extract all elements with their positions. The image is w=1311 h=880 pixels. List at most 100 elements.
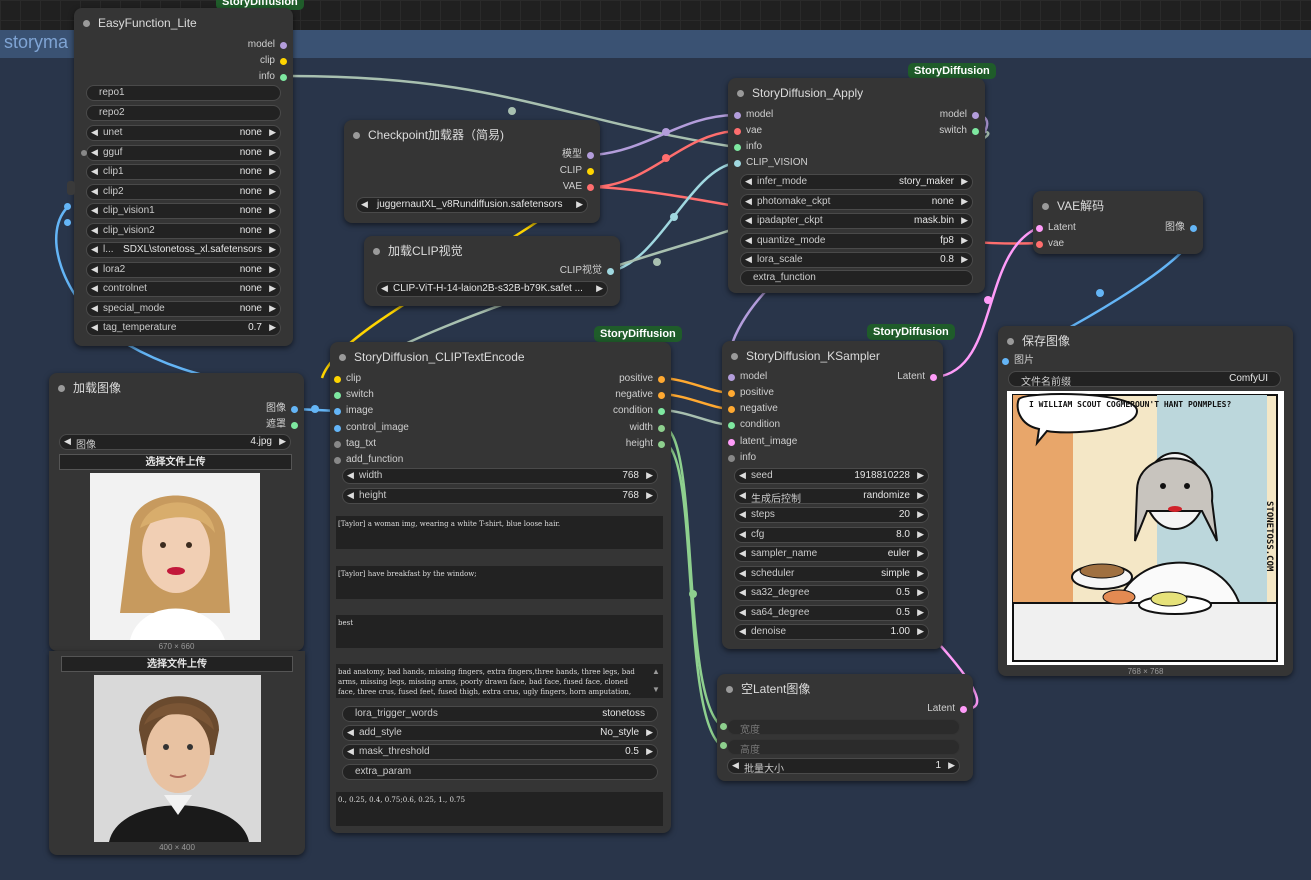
arrow-right-icon[interactable]: ▶ bbox=[917, 490, 924, 501]
input-control-image[interactable]: control_image bbox=[334, 421, 409, 435]
input-positive[interactable]: positive bbox=[728, 386, 774, 400]
ksampler-widget-8[interactable]: ◀ denoise 1.00 ▶ bbox=[734, 624, 929, 640]
output-image[interactable]: 图像 bbox=[266, 402, 298, 416]
arrow-left-icon[interactable]: ◀ bbox=[739, 490, 746, 501]
lora-trigger-field[interactable]: lora_trigger_words stonetoss bbox=[342, 706, 658, 722]
ksampler-widget-1[interactable]: ◀ 生成后控制 randomize ▶ bbox=[734, 487, 929, 505]
arrow-left-icon[interactable]: ◀ bbox=[739, 607, 746, 618]
arrow-right-icon[interactable]: ▶ bbox=[269, 264, 276, 275]
arrow-left-icon[interactable]: ◀ bbox=[739, 568, 746, 579]
input-tag-txt[interactable]: tag_txt bbox=[334, 437, 376, 451]
width-stepper[interactable]: ◀ width 768 ▶ bbox=[342, 468, 658, 484]
arrow-left-icon[interactable]: ◀ bbox=[739, 529, 746, 540]
easy-widget-3[interactable]: ◀ clip2 none ▶ bbox=[86, 183, 281, 200]
input-latent[interactable]: Latent bbox=[1036, 221, 1076, 235]
easy-widget-0[interactable]: ◀ unet none ▶ bbox=[86, 125, 281, 141]
output-height[interactable]: height bbox=[626, 437, 665, 451]
output-mask[interactable]: 遮罩 bbox=[266, 418, 298, 432]
arrow-left-icon[interactable]: ◀ bbox=[745, 196, 752, 207]
latent-socket[interactable] bbox=[1036, 225, 1043, 232]
repo2-field[interactable]: repo2 bbox=[86, 105, 281, 121]
latent-socket[interactable] bbox=[960, 706, 967, 713]
apply-widget-3[interactable]: ◀ quantize_mode fp8 ▶ bbox=[740, 232, 973, 249]
condition-socket[interactable] bbox=[658, 408, 665, 415]
input-model[interactable]: model bbox=[728, 370, 767, 384]
arrow-left-icon[interactable]: ◀ bbox=[745, 176, 752, 187]
arrow-left-icon[interactable]: ◀ bbox=[732, 760, 739, 771]
arrow-left-icon[interactable]: ◀ bbox=[91, 244, 98, 255]
conditioning-socket[interactable] bbox=[658, 392, 665, 399]
input-info[interactable]: info bbox=[734, 140, 762, 154]
node-ksampler[interactable]: StoryDiffusion_KSampler model positive n… bbox=[722, 341, 943, 649]
arrow-left-icon[interactable]: ◀ bbox=[91, 264, 98, 275]
image-select[interactable]: ◀ 图像 4.jpg ▶ bbox=[59, 434, 291, 451]
arrow-right-icon[interactable]: ▶ bbox=[917, 470, 924, 481]
arrow-right-icon[interactable]: ▶ bbox=[948, 760, 955, 771]
height-stepper[interactable]: ◀ height 768 ▶ bbox=[342, 488, 658, 504]
prompt-textarea-2[interactable]: [Taylor] have breakfast by the window; bbox=[336, 566, 663, 599]
easy-widget-6[interactable]: ◀ l... SDXL\stonetoss_xl.safetensors ▶ bbox=[86, 242, 281, 258]
arrow-left-icon[interactable]: ◀ bbox=[381, 283, 388, 294]
output-clip[interactable]: CLIP bbox=[560, 164, 594, 178]
node-title[interactable]: StoryDiffusion_CLIPTextEncode bbox=[330, 342, 671, 372]
image-socket[interactable] bbox=[334, 408, 341, 415]
arrow-left-icon[interactable]: ◀ bbox=[739, 587, 746, 598]
clip-socket[interactable] bbox=[587, 168, 594, 175]
arrow-left-icon[interactable]: ◀ bbox=[745, 235, 752, 246]
easy-widget-8[interactable]: ◀ controlnet none ▶ bbox=[86, 281, 281, 297]
output-model[interactable]: model bbox=[248, 38, 287, 52]
apply-widget-0[interactable]: ◀ infer_mode story_maker ▶ bbox=[740, 174, 973, 190]
vae-socket[interactable] bbox=[734, 128, 741, 135]
apply-widget-1[interactable]: ◀ photomake_ckpt none ▶ bbox=[740, 193, 973, 210]
output-condition[interactable]: condition bbox=[613, 404, 665, 418]
easy-widget-9[interactable]: ◀ special_mode none ▶ bbox=[86, 300, 281, 317]
arrow-left-icon[interactable]: ◀ bbox=[739, 548, 746, 559]
easy-widget-10[interactable]: ◀ tag_temperature 0.7 ▶ bbox=[86, 320, 281, 336]
info-socket[interactable] bbox=[728, 455, 735, 462]
node-empty-latent[interactable]: 空Latent图像 Latent 宽度 高度 ◀ 批量大小 1 ▶ bbox=[717, 674, 973, 781]
output-switch[interactable]: switch bbox=[939, 124, 979, 138]
node-storydiffusion-apply[interactable]: StoryDiffusion_Apply model vae info CLIP… bbox=[728, 78, 985, 293]
output-positive[interactable]: positive bbox=[619, 372, 665, 386]
output-model[interactable]: 模型 bbox=[562, 148, 594, 162]
arrow-right-icon[interactable]: ▶ bbox=[269, 225, 276, 236]
info-socket[interactable] bbox=[734, 144, 741, 151]
arrow-left-icon[interactable]: ◀ bbox=[739, 509, 746, 520]
arrow-left-icon[interactable]: ◀ bbox=[91, 205, 98, 216]
node-title[interactable]: StoryDiffusion_Apply bbox=[728, 78, 985, 108]
add-style-select[interactable]: ◀ add_style No_style ▶ bbox=[342, 725, 658, 741]
arrow-right-icon[interactable]: ▶ bbox=[917, 626, 924, 637]
output-model[interactable]: model bbox=[940, 108, 979, 122]
output-info[interactable]: info bbox=[259, 70, 287, 84]
extra-param-field[interactable]: extra_param bbox=[342, 764, 658, 780]
ksampler-widget-5[interactable]: ◀ scheduler simple ▶ bbox=[734, 565, 929, 582]
output-latent[interactable]: Latent bbox=[927, 702, 967, 716]
arrow-left-icon[interactable]: ◀ bbox=[347, 490, 354, 501]
image-socket[interactable] bbox=[1002, 358, 1009, 365]
input-switch[interactable]: switch bbox=[334, 388, 374, 402]
ksampler-widget-2[interactable]: ◀ steps 20 ▶ bbox=[734, 507, 929, 523]
batch-size-stepper[interactable]: ◀ 批量大小 1 ▶ bbox=[727, 758, 960, 775]
input-images[interactable]: 图片 bbox=[1002, 354, 1034, 368]
conditioning-socket[interactable] bbox=[728, 390, 735, 397]
ksampler-widget-3[interactable]: ◀ cfg 8.0 ▶ bbox=[734, 526, 929, 543]
arrow-right-icon[interactable]: ▶ bbox=[269, 205, 276, 216]
arrow-left-icon[interactable]: ◀ bbox=[64, 436, 71, 447]
model-socket[interactable] bbox=[587, 152, 594, 159]
arrow-right-icon[interactable]: ▶ bbox=[646, 490, 653, 501]
arrow-right-icon[interactable]: ▶ bbox=[917, 607, 924, 618]
output-latent[interactable]: Latent bbox=[897, 370, 937, 384]
arrow-left-icon[interactable]: ◀ bbox=[739, 626, 746, 637]
model-socket[interactable] bbox=[728, 374, 735, 381]
input-info[interactable]: info bbox=[728, 451, 756, 465]
input-latent-image[interactable]: latent_image bbox=[728, 435, 797, 449]
mask-threshold-stepper[interactable]: ◀ mask_threshold 0.5 ▶ bbox=[342, 744, 658, 760]
node-vae-decode[interactable]: VAE解码 Latent vae 图像 bbox=[1033, 191, 1203, 254]
arrow-right-icon[interactable]: ▶ bbox=[646, 727, 653, 738]
node-title[interactable]: EasyFunction_Lite bbox=[74, 8, 293, 38]
arrow-right-icon[interactable]: ▶ bbox=[269, 283, 276, 294]
int-socket[interactable] bbox=[658, 425, 665, 432]
input-condition[interactable]: condition bbox=[728, 418, 780, 432]
output-clip-vision[interactable]: CLIP视觉 bbox=[560, 264, 614, 278]
easy-widget-7[interactable]: ◀ lora2 none ▶ bbox=[86, 261, 281, 278]
